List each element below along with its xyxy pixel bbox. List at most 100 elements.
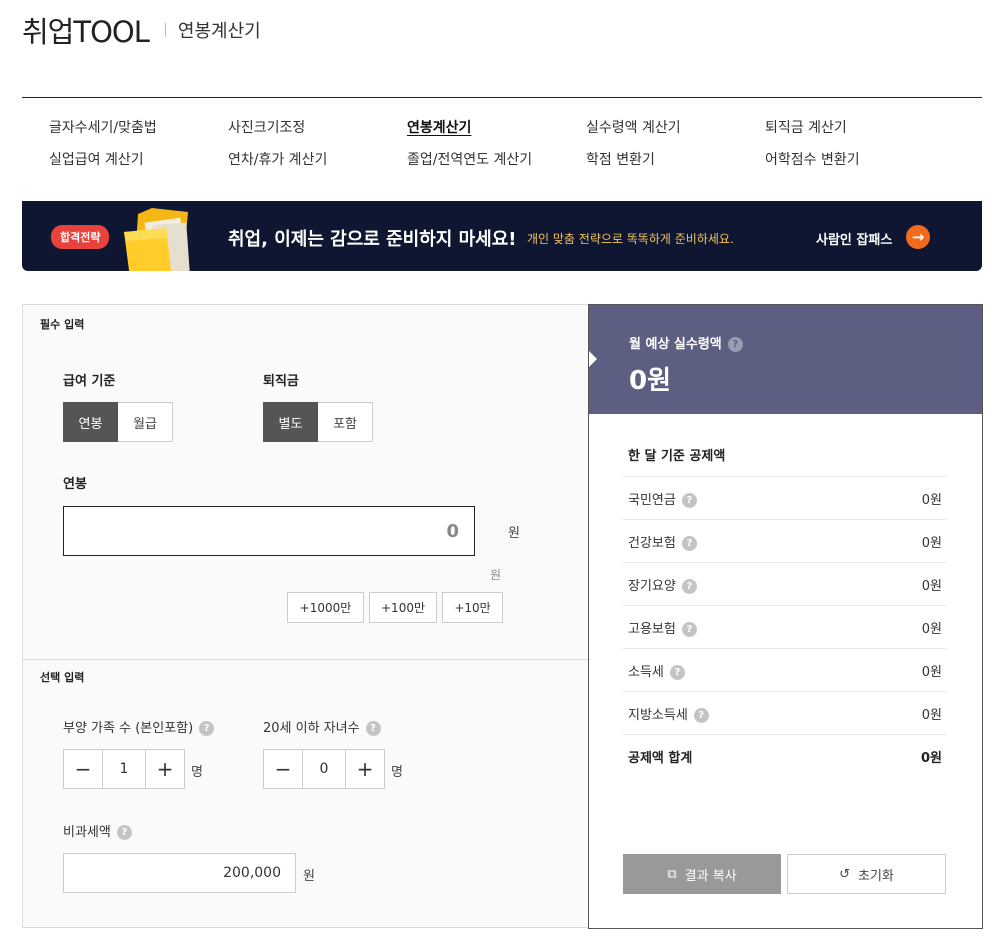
help-icon[interactable]: ? [681, 492, 697, 508]
banner-badge: 합격전략 [51, 225, 110, 249]
help-icon[interactable]: ? [116, 825, 132, 840]
dependents-stepper: − 1 + [63, 749, 185, 789]
promo-banner[interactable]: 합격전략 취업, 이제는 감으로 준비하지 마세요! 개인 맞춤 전략으로 똑똑… [22, 201, 982, 271]
severance-label: 퇴직금 [263, 374, 299, 389]
deduction-name: 국민연금 [628, 492, 676, 508]
salary-input[interactable] [63, 506, 475, 556]
severance-separate-button[interactable]: 별도 [263, 402, 318, 442]
nav-item-severance-calc[interactable]: 퇴직금 계산기 [765, 118, 944, 138]
deduction-title: 한 달 기준 공제액 [628, 449, 726, 464]
deduction-value: 0원 [921, 664, 942, 680]
deduction-value: 0원 [921, 535, 942, 551]
deduction-value: 0원 [921, 621, 942, 637]
net-pay-label-text: 월 예상 실수령액 [629, 337, 722, 352]
reset-button[interactable]: ↺ 초기화 [787, 854, 946, 894]
children-minus-button[interactable]: − [263, 749, 303, 789]
nontax-input[interactable] [63, 853, 296, 893]
pointer-arrow [589, 351, 597, 367]
add-10m-button[interactable]: +1000만 [287, 592, 364, 623]
children-label: 20세 이하 자녀수? [263, 717, 381, 736]
nav-item-unemployment-calc[interactable]: 실업급여 계산기 [49, 150, 228, 170]
tool-nav: 글자수세기/맞춤법 사진크기조정 연봉계산기 실수령액 계산기 퇴직금 계산기 … [22, 97, 982, 201]
pay-basis-annual-button[interactable]: 연봉 [63, 402, 118, 442]
deduction-row-long-term-care: 장기요양? 0원 [623, 562, 946, 605]
deduction-name: 고용보험 [628, 621, 676, 637]
dependents-label-text: 부양 가족 수 (본인포함) [63, 721, 194, 736]
pay-basis-label: 급여 기준 [63, 374, 116, 389]
salary-unit: 원 [508, 526, 520, 541]
salary-korean-amount: 원 [490, 568, 502, 582]
add-100k-button[interactable]: +10만 [442, 592, 503, 623]
deduction-value: 0원 [921, 492, 942, 508]
header-divider [164, 23, 166, 37]
result-panel: 월 예상 실수령액? 0원 한 달 기준 공제액 국민연금? 0원 건강보험? … [588, 304, 983, 929]
folder-icon [124, 208, 190, 271]
deduction-value: 0원 [921, 578, 942, 594]
help-icon[interactable]: ? [365, 721, 381, 736]
deduction-row-local-tax: 지방소득세? 0원 [623, 691, 946, 734]
nav-item-graduation-calc[interactable]: 졸업/전역연도 계산기 [407, 150, 586, 170]
deduction-name: 장기요양 [628, 578, 676, 594]
arrow-right-icon[interactable]: → [906, 225, 930, 249]
deduction-row-pension: 국민연금? 0원 [623, 476, 946, 519]
net-pay-amount: 0원 [629, 366, 672, 396]
deduction-name: 지방소득세 [628, 707, 688, 723]
dependents-minus-button[interactable]: − [63, 749, 103, 789]
nav-item-language-converter[interactable]: 어학점수 변환기 [765, 150, 944, 170]
optional-section-title: 선택 입력 [40, 671, 85, 684]
nav-item-salary-calc[interactable]: 연봉계산기 [407, 118, 586, 138]
help-icon[interactable]: ? [669, 664, 685, 680]
pay-basis-monthly-button[interactable]: 월급 [118, 402, 173, 442]
nav-item-leave-calc[interactable]: 연차/휴가 계산기 [228, 150, 407, 170]
nav-item-photo-resize[interactable]: 사진크기조정 [228, 118, 407, 138]
nav-grid: 글자수세기/맞춤법 사진크기조정 연봉계산기 실수령액 계산기 퇴직금 계산기 … [49, 118, 944, 170]
dependents-value[interactable]: 1 [103, 749, 145, 789]
deduction-total-value: 0원 [920, 750, 942, 766]
help-icon[interactable]: ? [681, 578, 697, 594]
help-icon[interactable]: ? [199, 721, 215, 736]
dependents-plus-button[interactable]: + [145, 749, 185, 789]
banner-description: 개인 맞춤 전략으로 똑똑하게 준비하세요. [527, 232, 734, 246]
page-header: 취업TOOL 연봉계산기 [22, 10, 261, 50]
nav-item-net-pay-calc[interactable]: 실수령액 계산기 [586, 118, 765, 138]
page-title: 연봉계산기 [177, 21, 261, 42]
deduction-total-name: 공제액 합계 [628, 750, 693, 766]
banner-headline: 취업, 이제는 감으로 준비하지 마세요! [228, 229, 517, 250]
pay-basis-toggle: 연봉 월급 [63, 402, 173, 442]
copy-result-button[interactable]: ⧉ 결과 복사 [623, 854, 781, 894]
add-1m-button[interactable]: +100만 [369, 592, 437, 623]
help-icon[interactable]: ? [681, 621, 697, 637]
dependents-label: 부양 가족 수 (본인포함)? [63, 717, 215, 736]
deduction-row-income-tax: 소득세? 0원 [623, 648, 946, 691]
nontax-label-text: 비과세액 [63, 825, 111, 840]
dependents-unit: 명 [191, 765, 203, 780]
nav-item-gpa-converter[interactable]: 학점 변환기 [586, 150, 765, 170]
severance-included-button[interactable]: 포함 [318, 402, 373, 442]
required-section-title: 필수 입력 [40, 318, 85, 331]
children-unit: 명 [391, 765, 403, 780]
deduction-name: 건강보험 [628, 535, 676, 551]
help-icon[interactable]: ? [693, 707, 709, 723]
nontax-label: 비과세액? [63, 821, 132, 840]
children-plus-button[interactable]: + [345, 749, 385, 789]
result-header: 월 예상 실수령액? 0원 [589, 305, 982, 414]
banner-cta-label[interactable]: 사람인 잡패스 [816, 229, 892, 248]
children-value[interactable]: 0 [303, 749, 345, 789]
copy-icon: ⧉ [667, 866, 677, 882]
children-stepper: − 0 + [263, 749, 385, 789]
severance-toggle: 별도 포함 [263, 402, 373, 442]
salary-label: 연봉 [63, 477, 87, 492]
deduction-name: 소득세 [628, 664, 664, 680]
copy-result-label: 결과 복사 [684, 868, 737, 884]
input-panel: 필수 입력 급여 기준 연봉 월급 퇴직금 별도 포함 연봉 원 원 +1000… [22, 304, 589, 928]
deduction-row-health: 건강보험? 0원 [623, 519, 946, 562]
deduction-row-total: 공제액 합계 0원 [623, 734, 946, 777]
reset-label: 초기화 [858, 868, 894, 884]
nav-item-char-count[interactable]: 글자수세기/맞춤법 [49, 118, 228, 138]
children-label-text: 20세 이하 자녀수 [263, 721, 360, 736]
help-icon[interactable]: ? [681, 535, 697, 551]
deduction-list: 국민연금? 0원 건강보험? 0원 장기요양? 0원 고용보험? 0원 소득세?… [623, 476, 946, 777]
help-icon[interactable]: ? [727, 337, 743, 352]
brand-logo[interactable]: 취업TOOL [22, 9, 150, 51]
deduction-value: 0원 [921, 707, 942, 723]
